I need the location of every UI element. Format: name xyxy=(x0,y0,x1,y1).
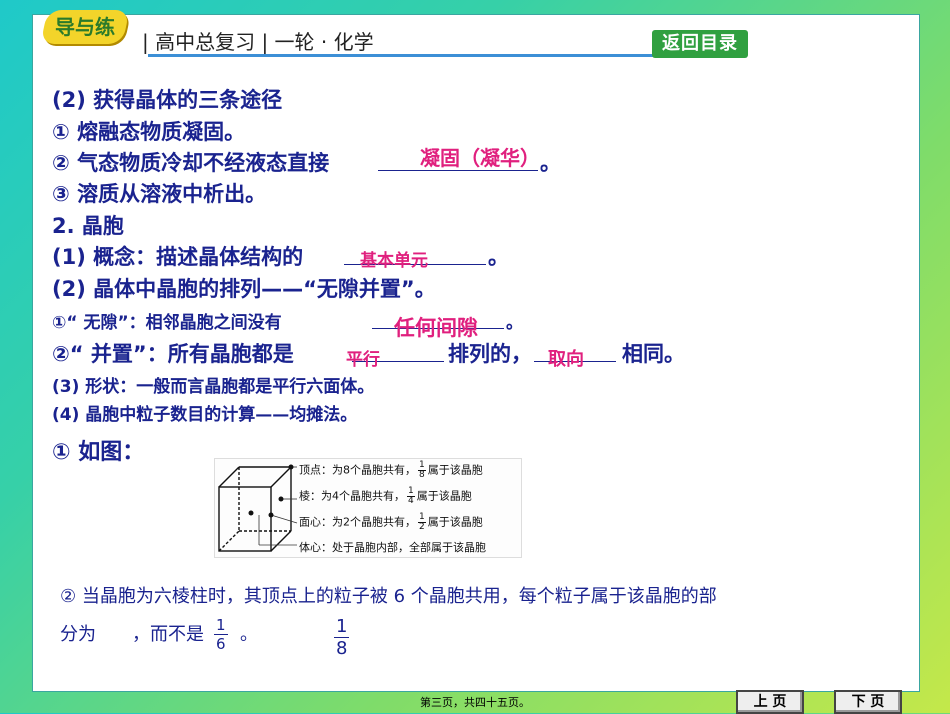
return-to-toc-button[interactable]: 返回目录 xyxy=(652,30,748,58)
line-hexagonal-prism: ② 当晶胞为六棱柱时，其顶点上的粒子被 6 个晶胞共用，每个粒子属于该晶胞的部 xyxy=(60,586,717,607)
line-crystal-routes: (2) 获得晶体的三条途径 xyxy=(52,88,283,112)
line-arrangement: (2) 晶体中晶胞的排列——“无隙并置”。 xyxy=(52,277,436,301)
course-title: | 高中总复习 | 一轮 · 化学 xyxy=(142,30,374,54)
vertex-label: 顶点：为8个晶胞共有， 1 8 属于该晶胞 xyxy=(299,460,483,480)
section-unit-cell: 2. 晶胞 xyxy=(52,214,124,238)
line-gas-end: 。 xyxy=(540,151,561,175)
answer-deposition: 凝固（凝华） xyxy=(420,146,540,170)
line-no-gap: ①“ 无隙”：相邻晶胞之间没有 xyxy=(52,313,282,333)
line-no-gap-end: 。 xyxy=(506,313,523,333)
answer-parallel: 平行 xyxy=(346,350,380,370)
unit-cell-figure: 顶点：为8个晶胞共有， 1 8 属于该晶胞 棱：为4个晶胞共有， 1 4 属于该晶胞 面心：… xyxy=(214,458,522,558)
brand-logo: 导与练 xyxy=(40,10,130,44)
line-solution: ③ 溶质从溶液中析出。 xyxy=(52,182,267,206)
fraction-one-eighth-inline: 16 xyxy=(214,616,228,653)
line-parallel-end: 相同。 xyxy=(622,342,685,366)
line-parallel: ②“ 并置”：所有晶胞都是 xyxy=(52,342,294,366)
line-melt-solidify: ① 熔融态物质凝固。 xyxy=(52,120,246,144)
face-label: 面心：为2个晶胞共有， 1 2 属于该晶胞 xyxy=(299,512,483,532)
line-share-a: 分为 xyxy=(60,624,96,645)
line-shape: (3) 形状：一般而言晶胞都是平行六面体。 xyxy=(52,377,375,397)
prev-page-button[interactable]: 上 页 xyxy=(736,690,804,714)
header-divider xyxy=(148,54,708,57)
line-counting: (4) 晶胞中粒子数目的计算——均摊法。 xyxy=(52,405,358,425)
line-see-figure: ① 如图： xyxy=(52,440,145,465)
fraction-one-eighth: 18 xyxy=(334,616,350,659)
edge-label: 棱：为4个晶胞共有， 1 4 属于该晶胞 xyxy=(299,486,472,506)
line-gas-deposition: ② 气态物质冷却不经液态直接 xyxy=(52,151,330,175)
answer-basic-unit: 基本单元 xyxy=(360,251,428,271)
line-concept: (1) 概念：描述晶体结构的 xyxy=(52,245,304,269)
line-share-b: ，而不是 xyxy=(132,624,204,645)
next-page-button[interactable]: 下 页 xyxy=(834,690,902,714)
body-center-label: 体心：处于晶胞内部，全部属于该晶胞 xyxy=(299,541,486,554)
answer-orientation: 取向 xyxy=(548,349,584,370)
line-concept-end: 。 xyxy=(488,245,509,269)
line-parallel-mid: 排列的， xyxy=(448,342,532,366)
page-indicator: 第三页，共四十五页。 xyxy=(420,696,530,709)
line-share-end: 。 xyxy=(240,624,258,645)
